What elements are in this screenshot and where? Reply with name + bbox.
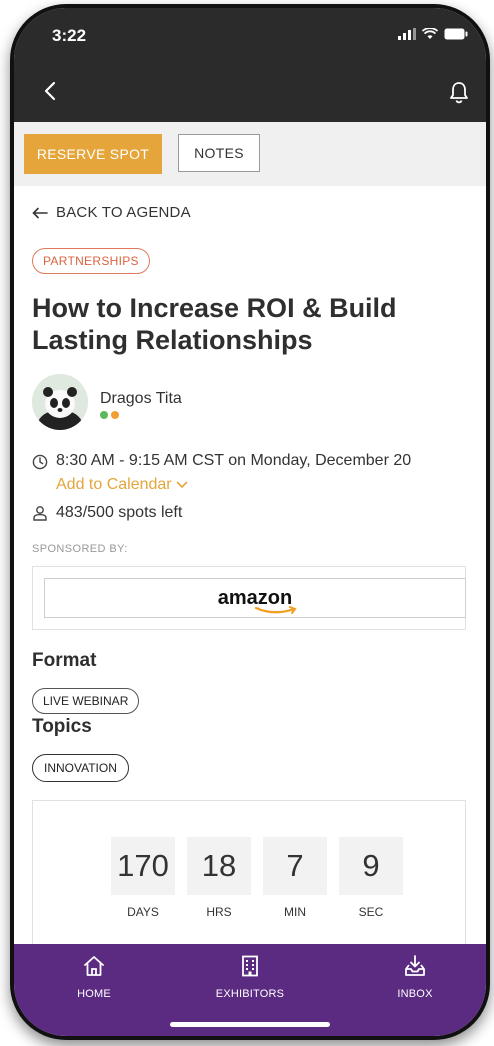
countdown-days: 170 DAYS <box>111 837 175 919</box>
screen: 3:22 RESERVE SPOT NOTES BACK TO AGENDA P… <box>14 8 486 1036</box>
countdown-minutes-label: MIN <box>284 905 306 919</box>
signal-icon <box>398 28 416 40</box>
sponsor-box: amazon <box>32 566 466 630</box>
arrow-left-icon <box>32 207 48 218</box>
session-title: How to Increase ROI & Build Lasting Rela… <box>32 293 397 355</box>
session-content: BACK TO AGENDA PARTNERSHIPS How to Incre… <box>14 186 486 946</box>
tab-home-label: HOME <box>77 988 111 1000</box>
spots-left-text: 483/500 spots left <box>56 504 183 521</box>
speaker-name[interactable]: Dragos Tita <box>100 390 182 408</box>
countdown-days-value: 170 <box>111 837 175 895</box>
tab-exhibitors-label: EXHIBITORS <box>215 988 285 1000</box>
status-icons <box>398 28 468 40</box>
sponsor-logo-link[interactable]: amazon <box>44 578 466 618</box>
format-heading: Format <box>32 650 97 671</box>
back-to-agenda-label: BACK TO AGENDA <box>56 204 191 221</box>
presence-dot-green <box>100 411 108 419</box>
countdown-seconds-value: 9 <box>339 837 403 895</box>
home-indicator[interactable] <box>170 1022 330 1027</box>
bell-icon[interactable] <box>448 80 470 104</box>
bottom-tab-bar: HOME EXHIBITORS INBOX <box>14 944 486 1036</box>
reserve-spot-button[interactable]: RESERVE SPOT <box>24 134 162 174</box>
format-tag[interactable]: LIVE WEBINAR <box>32 688 140 714</box>
countdown-minutes: 7 MIN <box>263 837 327 919</box>
presence-dot-orange <box>111 411 119 419</box>
inbox-icon <box>405 955 425 976</box>
phone-body: 3:22 RESERVE SPOT NOTES BACK TO AGENDA P… <box>10 4 490 1040</box>
countdown-seconds-label: SEC <box>358 905 384 919</box>
session-time: 8:30 AM - 9:15 AM CST on Monday, Decembe… <box>32 452 411 470</box>
battery-icon <box>444 28 468 40</box>
sponsored-by-label: SPONSORED BY: <box>32 543 128 555</box>
back-icon[interactable] <box>40 80 62 102</box>
action-bar: RESERVE SPOT NOTES <box>14 122 486 186</box>
amazon-smile-icon <box>254 606 297 614</box>
clock-icon <box>32 454 48 470</box>
countdown-hours-label: HRS <box>206 905 232 919</box>
topic-tag[interactable]: INNOVATION <box>32 754 129 782</box>
panda-avatar-icon <box>32 374 88 430</box>
app-frame: 3:22 RESERVE SPOT NOTES BACK TO AGENDA P… <box>0 0 494 1046</box>
person-icon <box>33 506 47 521</box>
countdown-hours: 18 HRS <box>187 837 251 919</box>
countdown-box: 170 DAYS 18 HRS 7 MIN 9 SEC <box>32 800 466 946</box>
session-time-text: 8:30 AM - 9:15 AM CST on Monday, Decembe… <box>56 452 412 469</box>
back-to-agenda-link[interactable]: BACK TO AGENDA <box>32 204 191 221</box>
countdown-hours-value: 18 <box>187 837 251 895</box>
chevron-down-icon <box>176 481 187 489</box>
tab-inbox-label: INBOX <box>397 988 433 1000</box>
tab-exhibitors[interactable]: EXHIBITORS <box>200 954 300 1000</box>
top-bar: 3:22 <box>14 8 486 122</box>
countdown-days-label: DAYS <box>127 905 159 919</box>
wifi-icon <box>422 28 438 39</box>
countdown-seconds: 9 SEC <box>339 837 403 919</box>
add-to-calendar-label: Add to Calendar <box>56 476 172 493</box>
tab-inbox[interactable]: INBOX <box>365 954 465 1000</box>
speaker-presence <box>100 411 119 419</box>
building-icon <box>242 955 258 977</box>
notes-button[interactable]: NOTES <box>178 134 260 172</box>
topics-heading: Topics <box>32 716 92 737</box>
countdown-minutes-value: 7 <box>263 837 327 895</box>
spots-left: 483/500 spots left <box>32 504 182 522</box>
status-time: 3:22 <box>52 26 87 45</box>
category-tag[interactable]: PARTNERSHIPS <box>32 248 150 274</box>
speaker-avatar[interactable] <box>32 374 88 430</box>
add-to-calendar-link[interactable]: Add to Calendar <box>56 476 188 494</box>
countdown-cells: 170 DAYS 18 HRS 7 MIN 9 SEC <box>111 837 403 919</box>
home-icon <box>84 956 104 976</box>
tab-home[interactable]: HOME <box>44 954 144 1000</box>
